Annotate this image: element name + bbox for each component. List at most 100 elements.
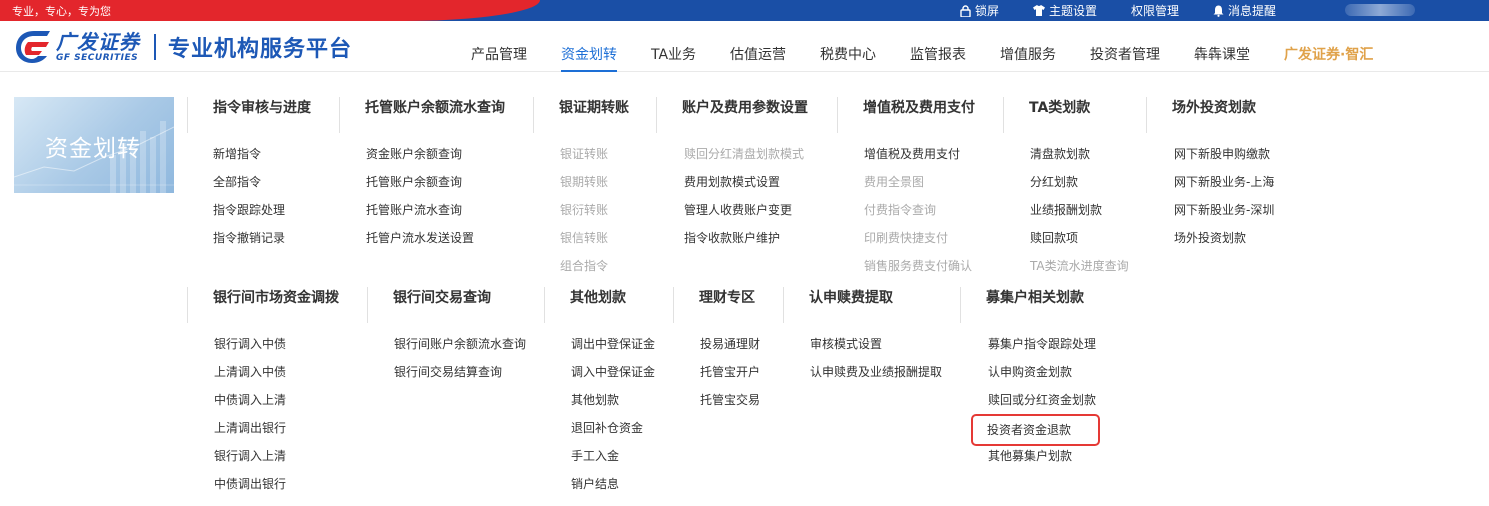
menu-link-tuoguanbao-trade[interactable]: 托管宝交易 <box>700 391 760 419</box>
menu-link-touyitong-wealth[interactable]: 投易通理财 <box>700 335 760 363</box>
menu-link-bank-trust[interactable]: 银信转账 <box>560 229 629 257</box>
menu-group-title: 其他划款 <box>544 287 655 323</box>
menu-link-redemption-dividend-transfer[interactable]: 赎回或分红资金划款 <box>988 391 1098 419</box>
menu-link-shch-to-ccdc[interactable]: 上清调入中债 <box>214 363 339 391</box>
menu-link-interbank-balance-flow[interactable]: 银行间账户余额流水查询 <box>394 335 526 363</box>
brand-name-en: GF SECURITIES <box>56 53 139 63</box>
menu-link-bank-derivatives[interactable]: 银衍转账 <box>560 201 629 229</box>
menu-link-withdraw-csdc-margin[interactable]: 调出中登保证金 <box>571 335 655 363</box>
nav-fund-transfer[interactable]: 资金划转 <box>544 21 634 72</box>
menu-link-instruction-cancel-records[interactable]: 指令撤销记录 <box>213 229 311 257</box>
menu-link-review-mode-settings[interactable]: 审核模式设置 <box>810 335 942 363</box>
menu-link-custody-account-flow[interactable]: 托管账户流水查询 <box>366 201 505 229</box>
menu-link-other-raising-transfer[interactable]: 其他募集户划款 <box>988 447 1098 475</box>
nav-value-added-services[interactable]: 增值服务 <box>983 21 1073 72</box>
menu-group-title: 托管账户余额流水查询 <box>339 97 505 133</box>
nav-valuation-operations[interactable]: 估值运营 <box>713 21 803 72</box>
menu-group-custody-balance: 托管账户余额流水查询 资金账户余额查询 托管账户余额查询 托管账户流水查询 托管… <box>339 97 505 257</box>
nav-tax-center[interactable]: 税费中心 <box>803 21 893 72</box>
menu-link-bank-to-shch[interactable]: 银行调入上清 <box>214 447 339 475</box>
user-account-blurred[interactable] <box>1345 4 1415 16</box>
menu-link-account-closing-interest[interactable]: 销户结息 <box>571 475 655 503</box>
menu-link-instruction-tracking[interactable]: 指令跟踪处理 <box>213 201 311 229</box>
logo-divider <box>154 34 156 60</box>
menu-link-fee-overview[interactable]: 费用全景图 <box>864 173 975 201</box>
menu-link-custody-account-balance[interactable]: 托管账户余额查询 <box>366 173 505 201</box>
menu-link-shch-to-bank[interactable]: 上清调出银行 <box>214 419 339 447</box>
menu-link-redemption-mode[interactable]: 赎回分红清盘划款模式 <box>684 145 808 173</box>
menu-link-return-margin-funds[interactable]: 退回补仓资金 <box>571 419 655 447</box>
brand-name-cn: 广发证券 <box>56 30 140 54</box>
menu-link-all-instructions[interactable]: 全部指令 <box>213 173 311 201</box>
menu-group-title: 认申赎费提取 <box>783 287 942 323</box>
top-tools: 锁屏 主题设置 权限管理 消息提醒 <box>960 0 1310 21</box>
menu-group-wealth-zone: 理财专区 投易通理财 托管宝开户 托管宝交易 <box>673 287 760 419</box>
menu-link-bank-to-ccdc[interactable]: 银行调入中债 <box>214 335 339 363</box>
menu-link-raising-instruction-tracking[interactable]: 募集户指令跟踪处理 <box>988 335 1098 363</box>
nav-ta-business[interactable]: TA业务 <box>634 21 713 72</box>
menu-link-other-transfer[interactable]: 其他划款 <box>571 391 655 419</box>
menu-link-offline-ipo-payment[interactable]: 网下新股申购缴款 <box>1174 145 1274 173</box>
menu-link-sales-service-fee-confirm[interactable]: 销售服务费支付确认 <box>864 257 975 285</box>
menu-link-dividend-transfer[interactable]: 分红划款 <box>1030 173 1129 201</box>
menu-link-new-instruction[interactable]: 新增指令 <box>213 145 311 173</box>
nav-investor-management[interactable]: 投资者管理 <box>1073 21 1177 72</box>
platform-title: 专业机构服务平台 <box>168 37 353 62</box>
menu-link-deposit-csdc-margin[interactable]: 调入中登保证金 <box>571 363 655 391</box>
nav-benben-classroom[interactable]: 犇犇课堂 <box>1177 21 1267 72</box>
lock-screen-label: 锁屏 <box>975 4 1000 18</box>
menu-group-title: 账户及费用参数设置 <box>656 97 808 133</box>
menu-link-offline-ipo-shanghai[interactable]: 网下新股业务-上海 <box>1174 173 1274 201</box>
menu-link-custody-flow-send-settings[interactable]: 托管户流水发送设置 <box>366 229 505 257</box>
menu-link-instruction-payee-maintenance[interactable]: 指令收款账户维护 <box>684 229 808 257</box>
menu-link-fee-performance-extraction[interactable]: 认申赎费及业绩报酬提取 <box>810 363 942 391</box>
theme-settings-button[interactable]: 主题设置 <box>1033 2 1097 19</box>
menu-group-interbank-fund-allocation: 银行间市场资金调拨 银行调入中债 上清调入中债 中债调入上清 上清调出银行 银行… <box>187 287 339 503</box>
menu-link-payment-instruction-query[interactable]: 付费指令查询 <box>864 201 975 229</box>
top-strip: 专业，专心，专为您 锁屏 主题设置 权限管理 消息提醒 <box>0 0 1489 21</box>
permission-management-button[interactable]: 权限管理 <box>1131 2 1179 19</box>
menu-link-liquidation-transfer[interactable]: 清盘款划款 <box>1030 145 1129 173</box>
gf-logo[interactable]: 广发证券 GF SECURITIES 专业机构服务平台 <box>14 29 352 65</box>
lock-screen-button[interactable]: 锁屏 <box>960 2 999 19</box>
menu-link-ta-flow-progress[interactable]: TA类流水进度查询 <box>1030 257 1129 285</box>
menu-group-title: 增值税及费用支付 <box>837 97 975 133</box>
nav-product-management[interactable]: 产品管理 <box>454 21 544 72</box>
menu-link-fee-transfer-mode[interactable]: 费用划款模式设置 <box>684 173 808 201</box>
menu-link-fund-account-balance[interactable]: 资金账户余额查询 <box>366 145 505 173</box>
menu-group-title: 银行间交易查询 <box>367 287 526 323</box>
nav-gf-zhihui[interactable]: 广发证券·智汇 <box>1267 21 1390 72</box>
menu-group-title: 指令审核与进度 <box>187 97 311 133</box>
menu-link-interbank-settlement[interactable]: 银行间交易结算查询 <box>394 363 526 391</box>
menu-link-redemption-payment[interactable]: 赎回款项 <box>1030 229 1129 257</box>
menu-link-ccdc-to-shch[interactable]: 中债调入上清 <box>214 391 339 419</box>
menu-link-otc-investment-transfer[interactable]: 场外投资划款 <box>1174 229 1274 257</box>
menu-link-offline-ipo-shenzhen[interactable]: 网下新股业务-深圳 <box>1174 201 1274 229</box>
banner-title: 资金划转 <box>45 136 141 162</box>
menu-group-subscription-fee-extraction: 认申赎费提取 审核模式设置 认申赎费及业绩报酬提取 <box>783 287 942 391</box>
menu-link-printing-fee-quick-pay[interactable]: 印刷费快捷支付 <box>864 229 975 257</box>
menu-link-subscription-fund-transfer[interactable]: 认申购资金划款 <box>988 363 1098 391</box>
shirt-icon <box>1033 5 1046 16</box>
theme-settings-label: 主题设置 <box>1049 4 1098 18</box>
brand-wordmark: 广发证券 GF SECURITIES <box>56 31 140 63</box>
menu-link-manual-deposit[interactable]: 手工入金 <box>571 447 655 475</box>
menu-link-manager-fee-account-change[interactable]: 管理人收费账户变更 <box>684 201 808 229</box>
menu-group-interbank-trade-query: 银行间交易查询 银行间账户余额流水查询 银行间交易结算查询 <box>367 287 526 391</box>
menu-link-bank-futures[interactable]: 银期转账 <box>560 173 629 201</box>
menu-link-vat-fee-payment[interactable]: 增值税及费用支付 <box>864 145 975 173</box>
main-nav: 产品管理 资金划转 TA业务 估值运营 税费中心 监管报表 增值服务 投资者管理… <box>454 21 1390 72</box>
nav-regulatory-reports[interactable]: 监管报表 <box>893 21 983 72</box>
menu-link-bank-securities[interactable]: 银证转账 <box>560 145 629 173</box>
menu-group-title: TA类划款 <box>1003 97 1129 133</box>
main-header: 广发证券 GF SECURITIES 专业机构服务平台 产品管理 资金划转 TA… <box>0 21 1489 72</box>
menu-link-tuoguanbao-account[interactable]: 托管宝开户 <box>700 363 760 391</box>
menu-link-ccdc-to-bank[interactable]: 中债调出银行 <box>214 475 339 503</box>
menu-link-performance-fee-transfer[interactable]: 业绩报酬划款 <box>1030 201 1129 229</box>
menu-link-combined-instruction[interactable]: 组合指令 <box>560 257 629 285</box>
menu-link-investor-fund-refund[interactable]: 投资者资金退款 <box>970 414 1101 446</box>
menu-group-title: 银证期转账 <box>533 97 629 133</box>
message-reminder-button[interactable]: 消息提醒 <box>1213 2 1276 19</box>
menu-group-vat-fee-payment: 增值税及费用支付 增值税及费用支付 费用全景图 付费指令查询 印刷费快捷支付 销… <box>837 97 975 285</box>
menu-group-bank-securities-transfer: 银证期转账 银证转账 银期转账 银衍转账 银信转账 组合指令 <box>533 97 629 285</box>
